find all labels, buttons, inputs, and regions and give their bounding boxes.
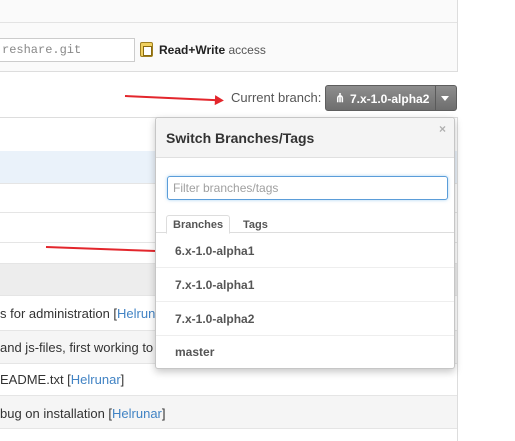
branch-item-label: master bbox=[175, 345, 215, 359]
branch-item-label: 7.x-1.0-alpha1 bbox=[175, 278, 255, 292]
access-label: Read+Write access bbox=[159, 43, 266, 57]
access-level: Read+Write bbox=[159, 43, 226, 57]
branch-item[interactable]: 7.x-1.0-alpha2 bbox=[156, 302, 454, 336]
access-suffix: access bbox=[225, 43, 266, 57]
tab-branches[interactable]: Branches bbox=[166, 215, 231, 234]
commit-message: and js-files, first working to bbox=[0, 340, 154, 355]
branch-item[interactable]: 7.x-1.0-alpha1 bbox=[156, 268, 454, 302]
clone-url-field[interactable]: reshare.git bbox=[0, 38, 135, 62]
table-row[interactable]: bug on installation [Helrunar] bbox=[0, 396, 457, 429]
divider bbox=[0, 22, 457, 23]
branch-item[interactable]: 6.x-1.0-alpha1 bbox=[156, 234, 454, 268]
commit-message: EADME.txt [Helrunar] bbox=[0, 372, 125, 387]
repo-header-panel: reshare.git Read+Write access bbox=[0, 0, 458, 72]
branch-item[interactable]: master bbox=[156, 335, 454, 369]
dropdown-title: Switch Branches/Tags bbox=[166, 130, 315, 146]
commit-author-link[interactable]: Helrunar bbox=[71, 372, 121, 387]
commit-author-link[interactable]: Helrunar bbox=[112, 406, 162, 421]
annotation-arrow-branch bbox=[124, 95, 221, 102]
current-branch-label: Current branch: bbox=[231, 90, 322, 105]
clipboard-icon[interactable] bbox=[140, 42, 153, 57]
branch-fork-icon: ⋔ bbox=[335, 91, 346, 105]
commit-message: bug on installation [Helrunar] bbox=[0, 406, 166, 421]
tab-tags[interactable]: Tags bbox=[236, 215, 275, 234]
current-branch-name: 7.x-1.0-alpha2 bbox=[350, 92, 430, 106]
branch-item-label: 7.x-1.0-alpha2 bbox=[175, 312, 255, 326]
button-separator bbox=[435, 86, 436, 110]
branch-switcher-dropdown: Switch Branches/Tags × Branches Tags 6.x… bbox=[155, 117, 455, 369]
close-icon[interactable]: × bbox=[439, 122, 446, 136]
branch-item-label: 6.x-1.0-alpha1 bbox=[175, 244, 255, 258]
filter-branches-input[interactable] bbox=[167, 176, 448, 200]
branch-select-button[interactable]: ⋔ 7.x-1.0-alpha2 bbox=[325, 85, 457, 111]
dropdown-header: Switch Branches/Tags × bbox=[156, 118, 454, 158]
chevron-down-icon bbox=[441, 96, 449, 101]
dropdown-tabs: Branches Tags bbox=[156, 215, 454, 234]
commit-message: s for administration [Helrunar bbox=[0, 306, 167, 321]
